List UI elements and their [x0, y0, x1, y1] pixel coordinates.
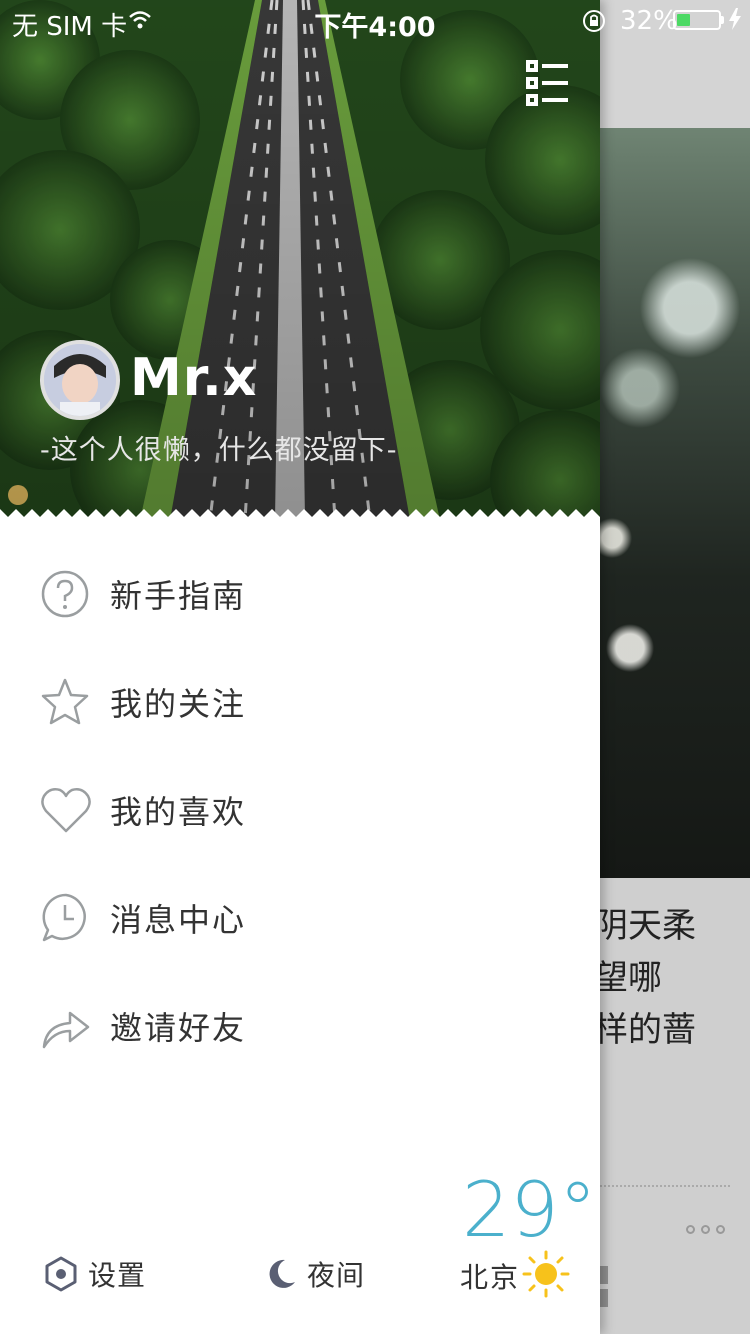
menu-item-invite[interactable]: 邀请好友	[0, 972, 600, 1080]
battery-icon	[673, 10, 721, 30]
share-arrow-icon	[42, 1011, 90, 1049]
avatar[interactable]	[40, 340, 120, 420]
heart-icon	[41, 788, 91, 833]
background-divider	[600, 1185, 730, 1187]
status-bar: 无 SIM 卡 下午4:00 32%	[0, 0, 750, 43]
menu-item-label: 我的关注	[110, 685, 247, 723]
background-toolbar-mark	[600, 1289, 608, 1307]
settings-label: 设置	[88, 1259, 147, 1292]
menu-item-likes[interactable]: 我的喜欢	[0, 756, 600, 864]
drawer-footer: 设置 夜间 29° 北京	[0, 1160, 600, 1334]
charging-bolt-icon	[729, 8, 741, 30]
side-drawer: Mr.x -这个人很懒，什么都没留下- 新手指南 我的关注 我的喜欢 消息中心 …	[0, 0, 600, 1334]
menu-item-label: 新手指南	[110, 577, 247, 615]
night-mode-button[interactable]: 夜间	[265, 1254, 365, 1294]
username[interactable]: Mr.x	[130, 348, 257, 408]
menu-item-following[interactable]: 我的关注	[0, 648, 600, 756]
moon-icon	[269, 1259, 295, 1288]
weather-temperature: 29°	[462, 1165, 597, 1254]
background-article-image	[600, 128, 750, 878]
question-circle-icon	[41, 570, 89, 618]
more-options-icon[interactable]	[686, 1225, 725, 1234]
menu-item-label: 我的喜欢	[110, 793, 247, 831]
orientation-lock-icon	[583, 10, 605, 32]
menu-item-guide[interactable]: 新手指南	[0, 540, 600, 648]
list-menu-icon[interactable]	[526, 60, 570, 106]
battery-tip	[721, 16, 724, 24]
drawer-menu: 新手指南 我的关注 我的喜欢 消息中心 邀请好友	[0, 540, 600, 1080]
profile-header: Mr.x -这个人很懒，什么都没留下-	[0, 0, 600, 520]
menu-item-messages[interactable]: 消息中心	[0, 864, 600, 972]
clock-bubble-icon	[42, 893, 86, 942]
hexagon-settings-icon	[45, 1256, 77, 1292]
battery-level-fill	[677, 14, 690, 26]
avatar-photo	[44, 344, 116, 416]
zigzag-edge	[0, 509, 600, 520]
weather-city: 北京	[460, 1261, 521, 1294]
settings-button[interactable]: 设置	[44, 1254, 146, 1294]
sun-icon	[522, 1250, 570, 1298]
battery-percent: 32%	[620, 6, 678, 36]
night-mode-label: 夜间	[307, 1259, 366, 1292]
star-icon	[41, 678, 89, 725]
menu-item-label: 邀请好友	[110, 1009, 247, 1047]
profile-bio: -这个人很懒，什么都没留下-	[40, 435, 398, 466]
menu-item-label: 消息中心	[110, 901, 247, 939]
background-toolbar-mark	[600, 1266, 608, 1284]
